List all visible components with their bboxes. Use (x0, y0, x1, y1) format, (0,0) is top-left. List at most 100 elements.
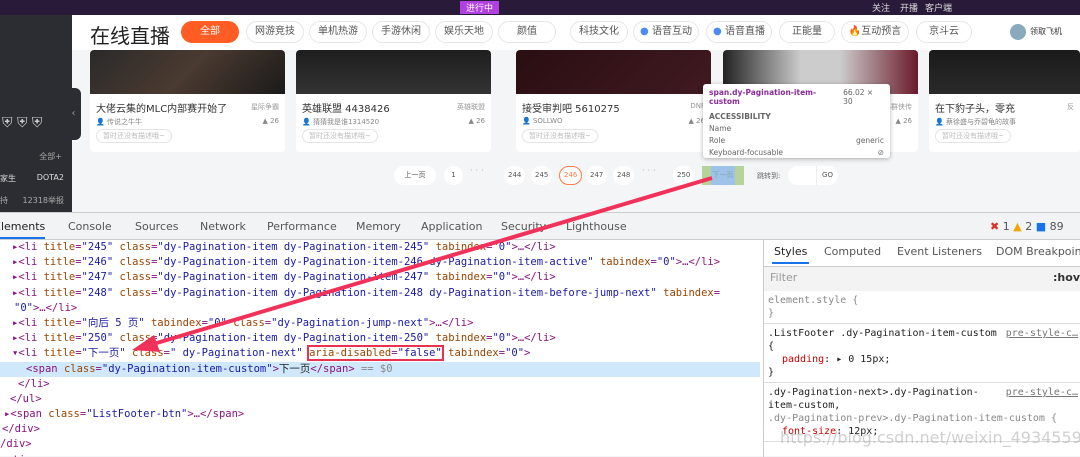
dom-node[interactable]: ▸<li title="247" class="dy-Pagination-it… (0, 270, 760, 285)
collapse-sidebar-button[interactable]: ‹ (66, 88, 81, 140)
stream-card[interactable]: 接受审判吧 5610275 DNF 👤 SOLLWO ▲ 26 暂时还没有描述哦~ (516, 50, 711, 152)
pill-label: 语音直播 (724, 26, 765, 37)
page-title: 在线直播 (90, 24, 170, 48)
dom-node[interactable]: ▸<li title="245" class="dy-Pagination-it… (0, 240, 760, 255)
flame-icon: ▲ (688, 117, 694, 125)
team-logos-icon: ⛨ ⛨ ⛨ (2, 115, 43, 131)
inspect-tooltip: span.dy-Pagination-item-custom 66.02 × 30… (703, 84, 890, 158)
nav-follow[interactable]: 关注 (872, 1, 890, 14)
next-page-button[interactable]: 下一页 (702, 166, 744, 185)
rule-source-link[interactable]: pre-style-c… (1006, 386, 1078, 399)
stream-card[interactable]: 在下豹子头，零充 反 👤 蔡徐盛与乔碧龟的故事 暂时还没有描述哦~ (929, 50, 1080, 152)
tab-security[interactable]: Security (501, 220, 546, 233)
stream-heat: ▲ 26 (262, 117, 279, 125)
rule-close: } (768, 308, 775, 319)
dom-node[interactable]: ▸<li title="248" class="dy-Pagination-it… (0, 286, 760, 301)
plane-avatar-icon (1010, 24, 1026, 40)
styles-tabs: Styles Computed Event Listeners DOM Brea… (764, 240, 1080, 267)
category-voice-live[interactable]: ● 语音直播 (706, 21, 772, 43)
stream-category[interactable]: 反 (1067, 102, 1074, 112)
stream-thumbnail (90, 50, 285, 94)
user-icon: 👤 (96, 118, 105, 126)
author-name: 猜猜我是谁1314520 (312, 118, 380, 126)
tab-console[interactable]: Console (68, 220, 112, 233)
page-248[interactable]: 248 (613, 166, 635, 185)
category-all[interactable]: 全部 (181, 21, 239, 43)
stream-category[interactable]: 星际争霸 (251, 102, 279, 112)
category-pill[interactable]: 娱乐天地 (435, 21, 493, 43)
tab-application[interactable]: Application (421, 220, 482, 233)
page-247[interactable]: 247 (586, 166, 608, 185)
dom-node[interactable]: ▸<span class="ListFooter-btn">…</span> (0, 407, 760, 422)
page-245[interactable]: 245 (531, 166, 553, 185)
stream-desc: 暂时还没有描述哦~ (96, 129, 172, 143)
category-pill[interactable]: 科技文化 (570, 21, 628, 43)
dom-node: </ul> (10, 392, 42, 405)
tab-computed[interactable]: Computed (824, 245, 881, 258)
tab-sources[interactable]: Sources (135, 220, 179, 233)
nav-broadcast[interactable]: 开播 (900, 1, 918, 14)
stream-card[interactable]: 大佬云集的MLC内部赛开始了 星际争霸 👤 传说之牛牛 ▲ 26 暂时还没有描述哦… (90, 50, 285, 152)
highlight-box: aria-disabled="false" (307, 345, 444, 362)
hov-toggle[interactable]: :hov (1053, 271, 1080, 284)
page-246-active[interactable]: 246 (559, 166, 583, 185)
css-value[interactable]: ▸ 0 15px; (836, 354, 890, 365)
category-pill[interactable]: 京斗云 (916, 21, 972, 43)
user-icon: 👤 (935, 118, 944, 126)
tooltip-role-value: generic (855, 136, 884, 145)
tab-elements[interactable]: Elements (0, 220, 46, 239)
dom-node: ection> (0, 453, 760, 457)
tab-performance[interactable]: Performance (267, 220, 337, 233)
dom-tree[interactable]: ▸<li title="245" class="dy-Pagination-it… (0, 240, 760, 457)
page-244[interactable]: 244 (504, 166, 526, 185)
jump-next[interactable]: ··· (642, 166, 659, 175)
dom-node[interactable]: ▸<li title="向后 5 页" tabindex="0" class="… (0, 316, 760, 331)
category-pill[interactable]: 单机热游 (309, 21, 367, 43)
flame-icon: ▲ (468, 117, 474, 125)
sidebar-game[interactable]: DOTA2 (37, 173, 64, 182)
stream-category[interactable]: 英雄联盟 (457, 102, 485, 112)
dom-node[interactable]: ▸<li title="250" class="dy-Pagination-it… (0, 331, 760, 346)
dom-node-selected[interactable]: <span class="dy-Pagination-item-custom">… (0, 361, 760, 377)
page-jump-input[interactable] (788, 166, 816, 185)
css-property[interactable]: padding (782, 354, 824, 365)
dom-node: </li> (18, 377, 50, 390)
jump-prev[interactable]: ··· (470, 166, 487, 175)
pill-label: 语音互动 (651, 26, 692, 37)
nav-client[interactable]: 客户端 (925, 1, 952, 14)
tab-memory[interactable]: Memory (356, 220, 401, 233)
category-prediction[interactable]: 🔥互动预言 (841, 21, 909, 43)
tab-lighthouse[interactable]: Lighthouse (566, 220, 627, 233)
style-rule[interactable]: element.style {} (764, 291, 1080, 324)
category-pill[interactable]: 颜值 (498, 21, 556, 43)
issues-counter[interactable]: ✖ 1 ▲ 2 ■ 89 (990, 220, 1064, 233)
prev-page-button[interactable]: 上一页 (394, 166, 436, 185)
tab-network[interactable]: Network (200, 220, 246, 233)
category-pill[interactable]: 手游休闲 (372, 21, 430, 43)
jump-label: 跳转到: (757, 172, 781, 180)
devtools-tabs: Elements Console Sources Network Perform… (0, 213, 1080, 240)
pill-label: 互动预言 (861, 26, 902, 37)
dom-node-next[interactable]: ▾<li title="下一页" class=" dy-Pagination-n… (0, 345, 760, 362)
tooltip-selector: span.dy-Pagination-item-custom (709, 88, 817, 106)
dom-node[interactable]: ▸<li title="246" class="dy-Pagination-it… (0, 255, 760, 270)
stream-title: 大佬云集的MLC内部赛开始了 (96, 104, 228, 115)
tab-dom-breakpoints[interactable]: DOM Breakpoints (996, 245, 1080, 258)
tab-event-listeners[interactable]: Event Listeners (897, 245, 982, 258)
sidebar-all-link[interactable]: 全部+ (39, 151, 62, 162)
style-rule[interactable]: pre-style-c… .ListFooter .dy-Pagination-i… (764, 324, 1080, 383)
page-250[interactable]: 250 (673, 166, 695, 185)
promo-link[interactable]: 领取飞机 (1030, 26, 1062, 37)
page-1[interactable]: 1 (444, 166, 463, 185)
tab-styles[interactable]: Styles (772, 245, 810, 264)
category-pill[interactable]: 网游竞技 (246, 21, 304, 43)
heat-value: 26 (903, 117, 912, 125)
sidebar-report[interactable]: 12318举报 (23, 195, 64, 206)
category-voice-interact[interactable]: ● 语音互动 (633, 21, 699, 43)
category-pill[interactable]: 正能量 (779, 21, 835, 43)
go-button[interactable]: GO (816, 166, 838, 185)
stream-card[interactable]: 英雄联盟 4438426 英雄联盟 👤 猜猜我是谁1314520 ▲ 26 暂时还… (296, 50, 491, 152)
styles-filter-input[interactable]: Filter:hov (764, 267, 1080, 291)
tooltip-focus-label: Keyboard-focusable (709, 148, 784, 157)
rule-source-link[interactable]: pre-style-c… (1006, 327, 1078, 340)
